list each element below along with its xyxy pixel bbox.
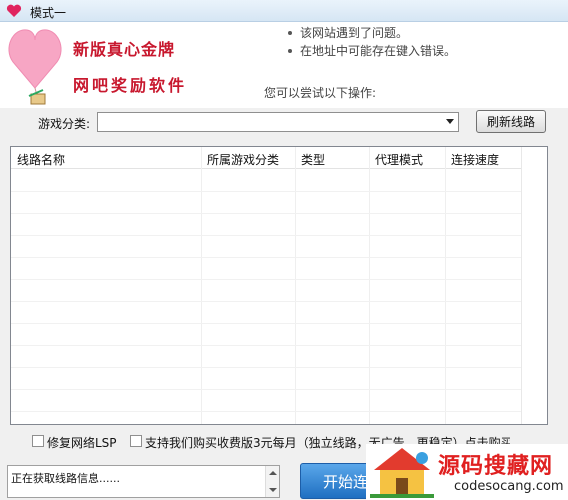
error-item: 在地址中可能存在键入错误。: [288, 42, 456, 60]
heart-icon: [6, 4, 22, 17]
row-divider: [11, 235, 521, 236]
column-header-speed[interactable]: 连接速度: [451, 151, 499, 168]
repair-lsp-checkbox[interactable]: [32, 435, 44, 447]
column-divider: [295, 147, 296, 424]
row-divider: [11, 279, 521, 280]
watermark-domain: codesocang.com: [454, 479, 564, 494]
column-header-proxy-mode[interactable]: 代理模式: [375, 151, 423, 168]
row-divider: [11, 323, 521, 324]
column-divider: [445, 147, 446, 424]
scroll-down-icon[interactable]: [269, 488, 277, 492]
support-checkbox[interactable]: [130, 435, 142, 447]
error-list: 该网站遇到了问题。 在地址中可能存在键入错误。: [288, 24, 456, 60]
error-item: 该网站遇到了问题。: [288, 24, 456, 42]
column-header-type[interactable]: 类型: [301, 151, 325, 168]
status-scrollbar[interactable]: [265, 466, 279, 497]
column-header-line-name[interactable]: 线路名称: [17, 151, 65, 168]
category-label: 游戏分类:: [38, 117, 91, 131]
house-logo-icon: [370, 448, 434, 498]
row-divider: [11, 257, 521, 258]
watermark-title: 源码搜藏网: [438, 453, 554, 479]
lines-table[interactable]: 线路名称 所属游戏分类 类型 代理模式 连接速度: [10, 146, 548, 425]
row-divider: [11, 411, 521, 412]
row-divider: [11, 213, 521, 214]
title-bar[interactable]: 模式一: [0, 0, 568, 22]
status-box[interactable]: 正在获取线路信息......: [7, 465, 280, 498]
row-divider: [11, 345, 521, 346]
category-dropdown[interactable]: [97, 112, 459, 132]
column-divider: [369, 147, 370, 424]
window-title: 模式一: [30, 6, 67, 20]
scroll-up-icon[interactable]: [269, 471, 277, 475]
repair-lsp-label: 修复网络LSP: [47, 436, 117, 450]
row-divider: [11, 301, 521, 302]
promo-image: 新版真心金牌 网吧奖励软件: [7, 22, 217, 106]
column-divider: [201, 147, 202, 424]
banner: 新版真心金牌 网吧奖励软件 该网站遇到了问题。 在地址中可能存在键入错误。 您可…: [0, 22, 568, 108]
row-divider: [11, 389, 521, 390]
row-divider: [11, 191, 521, 192]
status-text: 正在获取线路信息......: [11, 472, 120, 485]
column-header-game-category[interactable]: 所属游戏分类: [207, 151, 279, 168]
watermark: 源码搜藏网 codesocang.com: [366, 444, 568, 500]
chevron-down-icon[interactable]: [446, 119, 454, 124]
repair-lsp-option[interactable]: 修复网络LSP: [32, 434, 132, 450]
table-scrollbar[interactable]: [521, 147, 547, 424]
slogan-line2: 网吧奖励软件: [73, 76, 188, 95]
table-header: 线路名称 所属游戏分类 类型 代理模式 连接速度: [11, 147, 547, 169]
try-text: 您可以尝试以下操作:: [264, 86, 377, 100]
refresh-lines-button[interactable]: 刷新线路: [476, 110, 546, 133]
row-divider: [11, 367, 521, 368]
slogan-line1: 新版真心金牌: [73, 40, 176, 59]
